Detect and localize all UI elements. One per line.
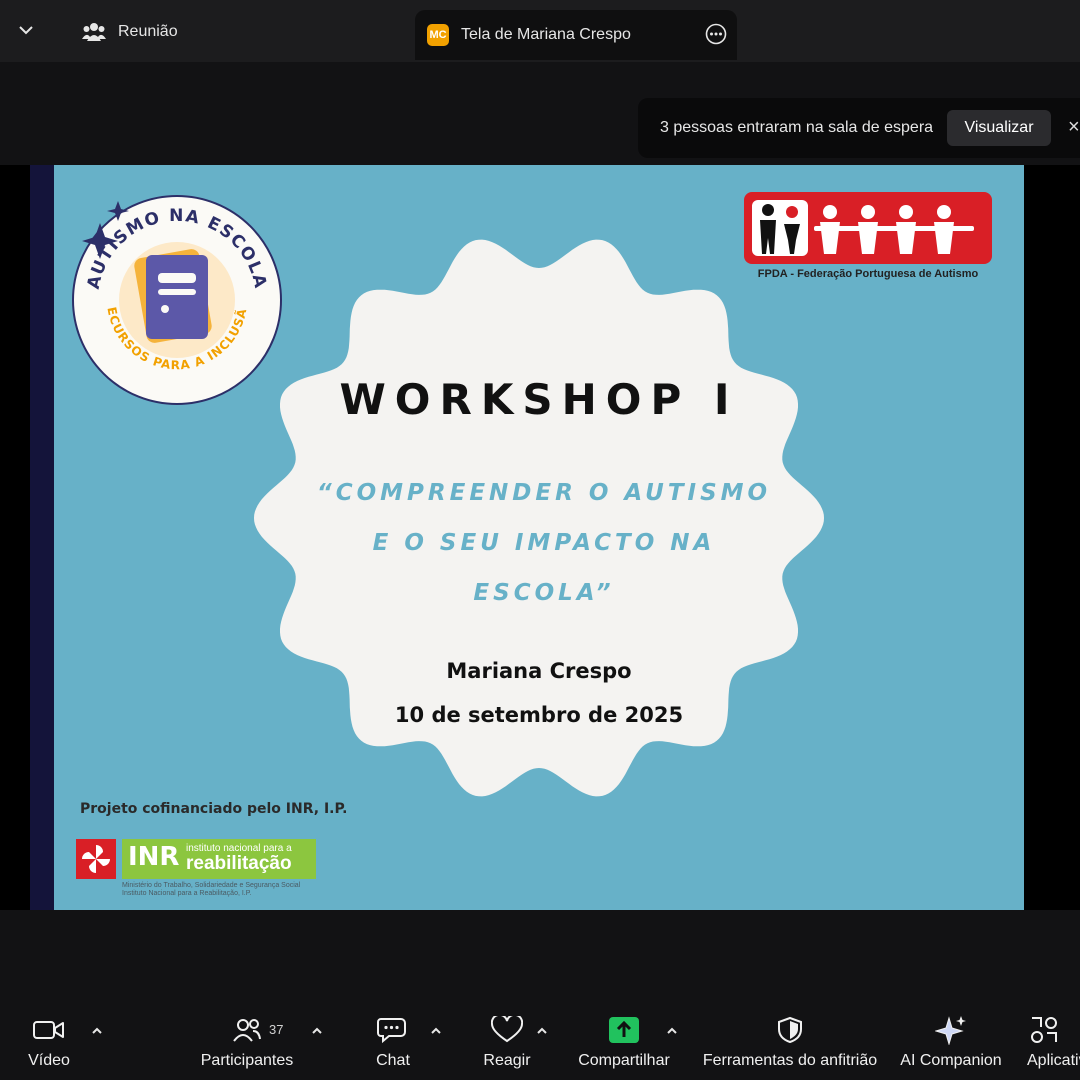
- heart-icon: [491, 1016, 523, 1043]
- user-avatar-badge: MC: [427, 24, 449, 46]
- ai-companion-button[interactable]: AI Companion: [898, 1014, 1004, 1074]
- more-icon[interactable]: [705, 23, 727, 45]
- caret-up-icon[interactable]: [90, 1024, 104, 1038]
- apps-label: Aplicativos: [1027, 1052, 1080, 1069]
- apps-icon: [1031, 1017, 1057, 1043]
- waiting-room-text: 3 pessoas entraram na sala de espera: [660, 119, 934, 136]
- react-label: Reagir: [483, 1052, 531, 1069]
- top-tab-bar: Reunião MC Tela de Mariana Crespo: [0, 0, 1080, 62]
- inr-line2: reabilitação: [186, 853, 292, 874]
- share-screen-button[interactable]: Compartilhar: [573, 1014, 675, 1074]
- caret-up-icon[interactable]: [310, 1024, 324, 1038]
- workshop-subtitle: “COMPREENDER O AUTISMO E O SEU IMPACTO N…: [299, 468, 789, 618]
- fpda-logo: FPDA - Federação Portuguesa de Autismo: [744, 192, 992, 282]
- subtitle-line: “COMPREENDER O AUTISMO: [316, 480, 772, 506]
- tab-share-label: Tela de Mariana Crespo: [461, 26, 631, 43]
- inr-ministry-line1: Ministério do Trabalho, Solidariedade e …: [122, 882, 301, 889]
- fpda-caption: FPDA - Federação Portuguesa de Autismo: [757, 268, 979, 280]
- participants-icon: [233, 1019, 261, 1042]
- workshop-title: WORKSHOP I: [339, 375, 739, 424]
- inr-logo: INR instituto nacional para a reabilitaç…: [76, 837, 321, 897]
- tab-screen-share[interactable]: MC Tela de Mariana Crespo: [415, 10, 737, 60]
- meeting-toolbar: Vídeo Participantes 37 Chat Reagir Compa…: [0, 1002, 1080, 1080]
- share-up-icon: [609, 1017, 639, 1043]
- host-tools-label: Ferramentas do anfitrião: [702, 1052, 878, 1069]
- caret-up-icon[interactable]: [429, 1024, 443, 1038]
- caret-up-icon[interactable]: [535, 1024, 549, 1038]
- waiting-room-notification: 3 pessoas entraram na sala de espera Vis…: [638, 98, 1080, 158]
- share-label: Compartilhar: [578, 1052, 670, 1069]
- fpda-figures-icon: [752, 200, 974, 256]
- chat-icon: [377, 1018, 406, 1044]
- tab-meeting[interactable]: Reunião: [70, 10, 270, 54]
- react-button[interactable]: Reagir: [480, 1014, 534, 1074]
- caret-up-icon[interactable]: [665, 1024, 679, 1038]
- ai-companion-label: AI Companion: [900, 1052, 1002, 1069]
- pinwheel-icon: [82, 845, 110, 873]
- inr-mark-text: INR: [128, 842, 180, 872]
- tab-meeting-label: Reunião: [118, 23, 178, 40]
- video-icon: [33, 1021, 64, 1039]
- shared-screen-edge: [30, 165, 54, 910]
- video-label: Vídeo: [28, 1052, 70, 1069]
- subtitle-line: E O SEU IMPACTO NA: [372, 530, 716, 556]
- presentation-slide: AUTISMO NA ESCOLA RECURSOS PARA A INCLUS…: [54, 165, 1024, 910]
- people-icon: [82, 23, 106, 41]
- view-waiting-room-button[interactable]: Visualizar: [947, 110, 1051, 146]
- presenter-name: Mariana Crespo: [446, 659, 632, 683]
- chat-label: Chat: [376, 1052, 410, 1069]
- chat-button[interactable]: Chat: [370, 1014, 416, 1074]
- sparkle-icon: [935, 1016, 966, 1045]
- inr-red-mark: [76, 839, 116, 879]
- chevron-down-icon[interactable]: [14, 18, 38, 42]
- subtitle-line: ESCOLA”: [473, 580, 615, 606]
- shield-icon: [778, 1016, 802, 1044]
- participants-label: Participantes: [200, 1052, 294, 1069]
- participants-count: 37: [269, 1022, 284, 1037]
- close-icon[interactable]: ×: [1068, 116, 1080, 139]
- cofinance-text: Projeto cofinanciado pelo INR, I.P.: [80, 801, 348, 817]
- video-button[interactable]: Vídeo: [20, 1014, 78, 1074]
- host-tools-button[interactable]: Ferramentas do anfitrião: [698, 1014, 882, 1074]
- workshop-date: 10 de setembro de 2025: [394, 703, 684, 727]
- apps-button[interactable]: Aplicativos: [1027, 1014, 1080, 1074]
- inr-ministry-line2: Instituto Nacional para a Reabilitação, …: [122, 890, 252, 897]
